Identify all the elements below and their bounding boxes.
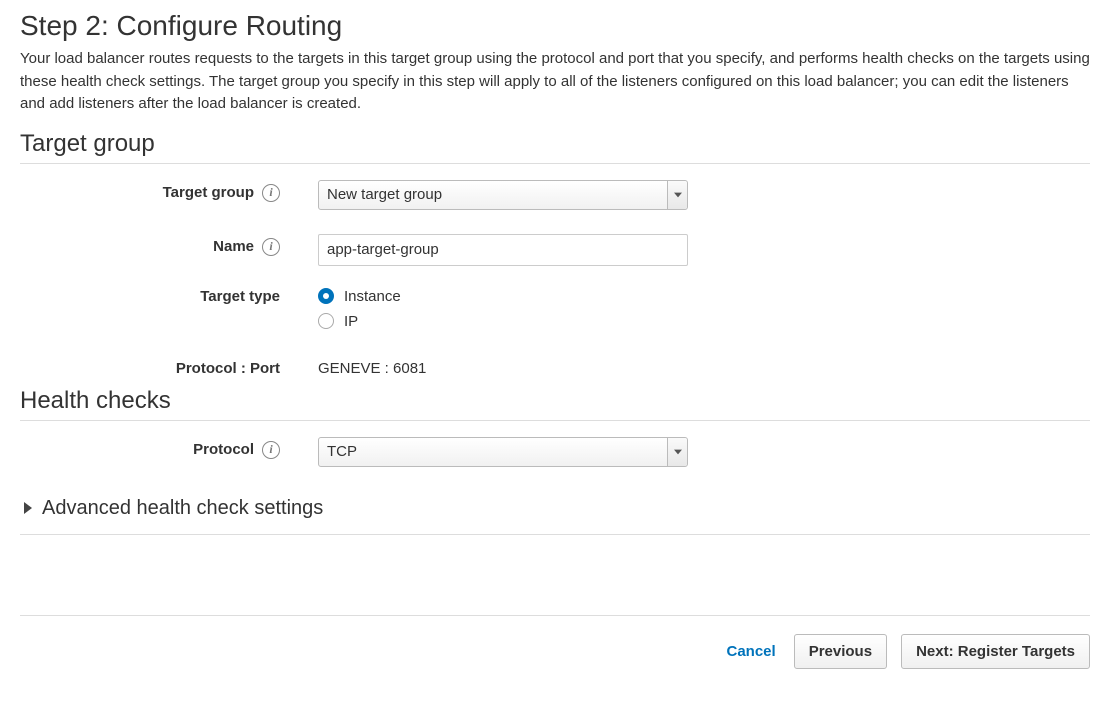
radio-instance[interactable]	[318, 288, 334, 304]
page-description: Your load balancer routes requests to th…	[20, 48, 1090, 116]
caret-right-icon	[24, 502, 32, 514]
section-heading-target-group: Target group	[20, 130, 1090, 164]
label-target-group: Target group	[163, 184, 254, 201]
previous-button[interactable]: Previous	[794, 634, 887, 669]
info-icon[interactable]: i	[262, 184, 280, 202]
advanced-health-check-toggle[interactable]: Advanced health check settings	[20, 491, 1090, 535]
advanced-health-check-label: Advanced health check settings	[42, 497, 323, 520]
footer-bar: Cancel Previous Next: Register Targets	[20, 615, 1090, 669]
select-health-protocol-value[interactable]: TCP	[318, 437, 688, 467]
row-name: Name i	[20, 234, 1090, 266]
cancel-button[interactable]: Cancel	[722, 637, 779, 666]
page-title: Step 2: Configure Routing	[20, 10, 1090, 42]
section-heading-health-checks: Health checks	[20, 387, 1090, 421]
info-icon[interactable]: i	[262, 238, 280, 256]
row-health-protocol: Protocol i TCP	[20, 437, 1090, 471]
value-protocol-port: GENEVE : 6081	[318, 360, 426, 377]
row-target-type: Target type Instance IP	[20, 286, 1090, 336]
input-name[interactable]	[318, 234, 688, 266]
select-health-protocol[interactable]: TCP	[318, 437, 688, 467]
radio-ip-label: IP	[344, 313, 358, 330]
label-target-type: Target type	[200, 288, 280, 305]
select-target-group-value[interactable]: New target group	[318, 180, 688, 210]
radio-instance-label: Instance	[344, 288, 401, 305]
row-protocol-port: Protocol : Port GENEVE : 6081	[20, 356, 1090, 377]
radio-ip[interactable]	[318, 313, 334, 329]
select-target-group[interactable]: New target group	[318, 180, 688, 210]
info-icon[interactable]: i	[262, 441, 280, 459]
label-protocol-port: Protocol : Port	[176, 360, 280, 377]
next-button[interactable]: Next: Register Targets	[901, 634, 1090, 669]
row-target-group: Target group i New target group	[20, 180, 1090, 214]
label-name: Name	[213, 238, 254, 255]
label-health-protocol: Protocol	[193, 441, 254, 458]
